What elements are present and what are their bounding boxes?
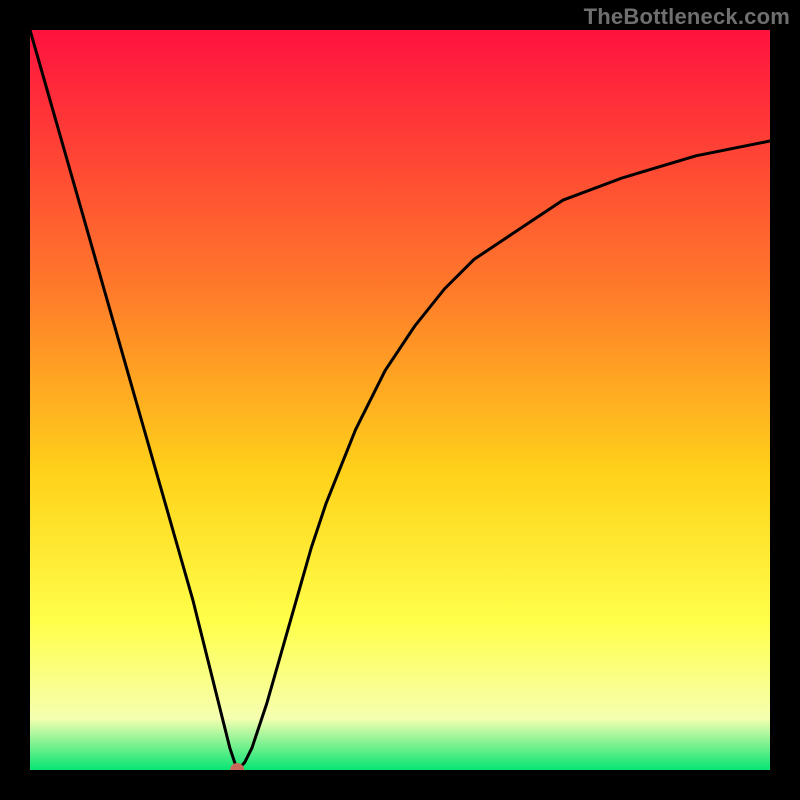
plot-frame [30,30,770,770]
watermark-text: TheBottleneck.com [584,4,790,30]
gradient-background [30,30,770,770]
bottleneck-chart [30,30,770,770]
